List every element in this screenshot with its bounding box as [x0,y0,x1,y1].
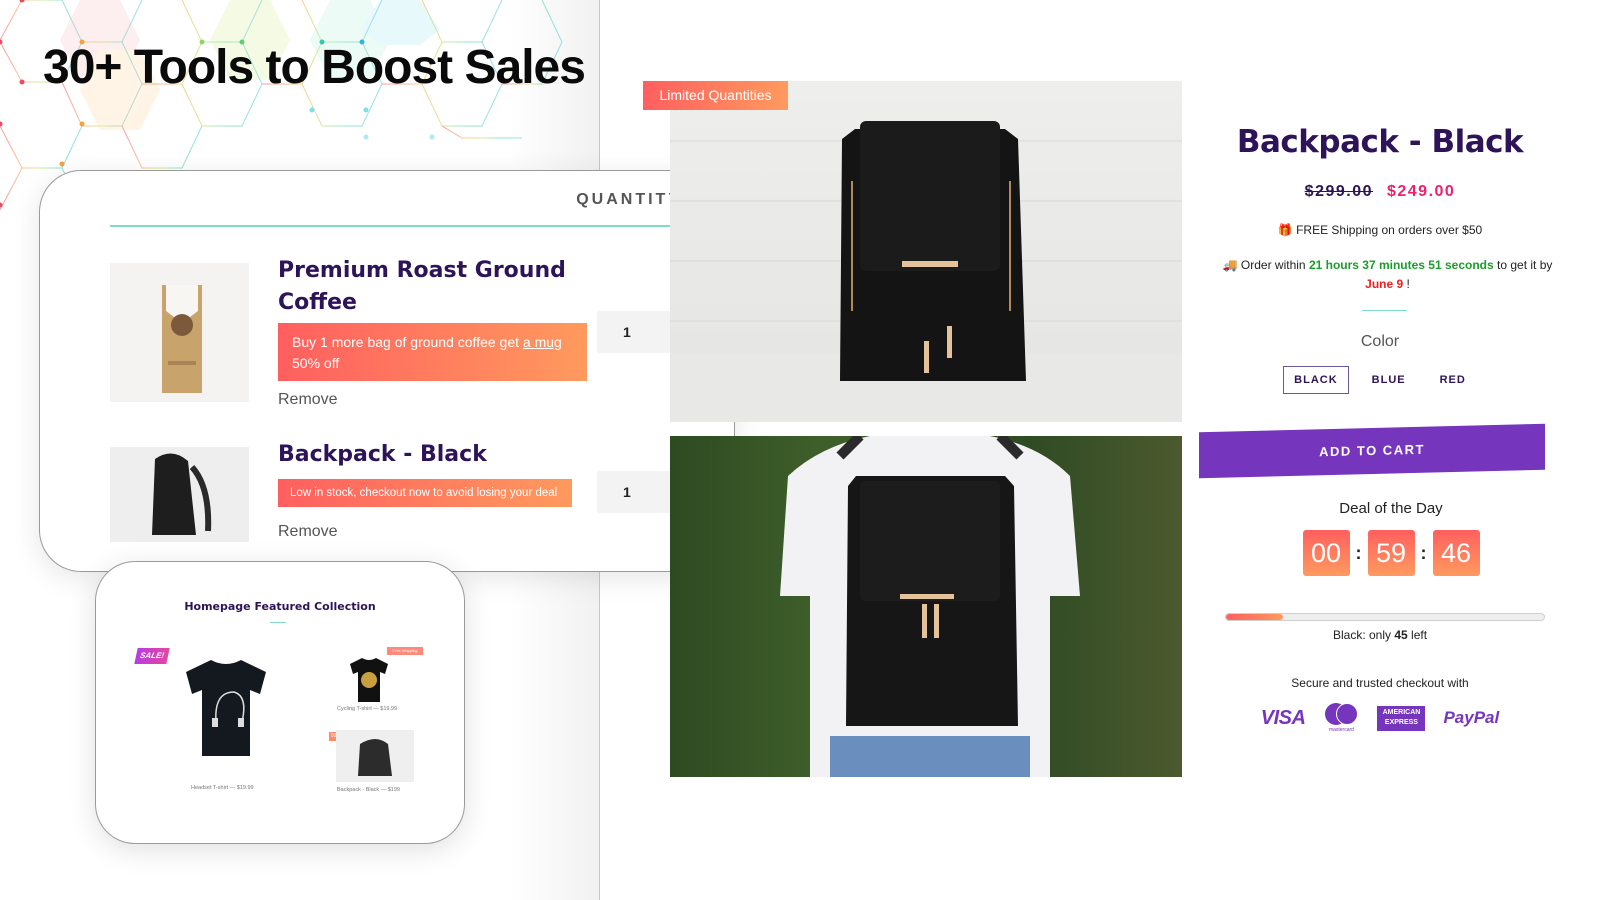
coffee-bag-image[interactable] [110,263,249,402]
title-divider [270,622,286,623]
remove-link[interactable]: Remove [278,523,338,541]
mastercard-label: mastercard [1328,727,1354,733]
paypal-icon: PayPal [1443,708,1500,727]
remove-link[interactable]: Remove [278,391,338,409]
product-caption[interactable]: Headset T-shirt — $19.99 [191,785,254,791]
quantity-column-header: QUANTITY [576,191,682,208]
cart-item: Premium Roast Ground Coffee Buy 1 more b… [110,255,710,415]
promo-text: Buy 1 more bag of ground coffee get [292,334,523,350]
cart-item-title[interactable]: Backpack - Black [278,439,578,471]
promo-text-suffix: 50% off [292,355,340,371]
timer-minutes: 59 [1367,530,1415,576]
woman-wearing-backpack-image[interactable] [670,436,1182,777]
price-row: $299.00 $249.00 [1205,183,1555,201]
stock-count: 45 [1394,628,1408,642]
color-option-black[interactable]: BLACK [1283,366,1349,394]
stock-progress-bar [1225,613,1545,621]
delivery-date: June 9 [1365,277,1404,291]
free-shipping-note: 🎁 FREE Shipping on orders over $50 [1205,223,1555,237]
visa-icon: VISA [1260,706,1306,729]
cart-preview-card: QUANTITY Premium Roast Ground Coffee Buy… [39,170,735,572]
cart-item: Backpack - Black Low in stock, checkout … [110,439,710,569]
low-stock-banner: Low in stock, checkout now to avoid losi… [278,479,572,507]
original-price: $299.00 [1304,183,1374,200]
product-caption[interactable]: Cycling T-shirt — $19.99 [337,706,397,712]
stock-remaining-text: Black: only 45 left [1205,628,1555,642]
stock-suffix: left [1407,628,1428,642]
headset-tshirt-image[interactable] [176,652,276,762]
stock-progress-fill [1226,614,1284,620]
delivery-countdown: 🚚 Order within 21 hours 37 minutes 51 se… [1220,256,1555,294]
payment-methods: VISA mastercard AMERICAN EXPRESS PayPal [1205,703,1555,733]
american-express-icon: AMERICAN EXPRESS [1377,705,1426,731]
color-label: Color [1360,333,1400,350]
color-options: BLACK BLUE RED [1205,366,1555,394]
free-shipping-badge: Free Shipping [387,647,423,655]
upsell-promo-banner: Buy 1 more bag of ground coffee get a mu… [278,323,587,381]
gift-icon: 🎁 [1277,223,1293,237]
timer-hours: 00 [1302,530,1350,576]
stock-prefix: Black: only [1332,628,1395,642]
deal-countdown-timer: 00 : 59 : 46 [1227,530,1555,576]
timer-separator: : [1420,542,1427,563]
quantity-input[interactable]: 1 [597,311,674,353]
deal-of-the-day-label: Deal of the Day [1339,500,1443,517]
backpack-thumbnail-image[interactable] [110,447,249,542]
cycling-tshirt-image[interactable] [346,654,392,704]
quantity-input[interactable]: 1 [597,471,674,513]
order-countdown: 21 hours 37 minutes 51 seconds [1308,258,1494,272]
order-middle: to get it by [1493,258,1553,272]
page-headline: 30+ Tools to Boost Sales [43,41,586,94]
header-divider [110,225,734,227]
backpack-on-brick-wall-image[interactable] [670,81,1182,422]
color-option-red[interactable]: RED [1429,366,1477,394]
section-divider [1362,310,1407,311]
order-suffix: ! [1403,277,1410,291]
color-option-blue[interactable]: BLUE [1361,366,1417,394]
timer-seconds: 46 [1432,530,1480,576]
backpack-mini-image[interactable] [336,730,414,782]
add-to-cart-button[interactable]: ADD TO CART [1199,423,1545,479]
sale-price: $249.00 [1386,183,1456,200]
featured-collection-title: Homepage Featured Collection [184,600,376,613]
sale-badge: SALE! [134,648,170,664]
featured-collection-card: Homepage Featured Collection SALE! Heads… [95,561,465,844]
cart-item-title[interactable]: Premium Roast Ground Coffee [278,255,578,319]
order-prefix: Order within [1240,258,1309,272]
promo-link[interactable]: a mug [523,334,562,350]
product-title: Backpack - Black [1236,124,1524,160]
timer-separator: : [1355,542,1362,563]
product-caption[interactable]: Backpack - Black — $199 [337,787,400,793]
limited-quantities-badge: Limited Quantities [643,81,788,110]
shipping-text: FREE Shipping on orders over $50 [1296,223,1483,237]
secure-checkout-text: Secure and trusted checkout with [1291,676,1469,690]
mastercard-icon: mastercard [1323,703,1359,733]
truck-icon: 🚚 [1222,258,1238,272]
